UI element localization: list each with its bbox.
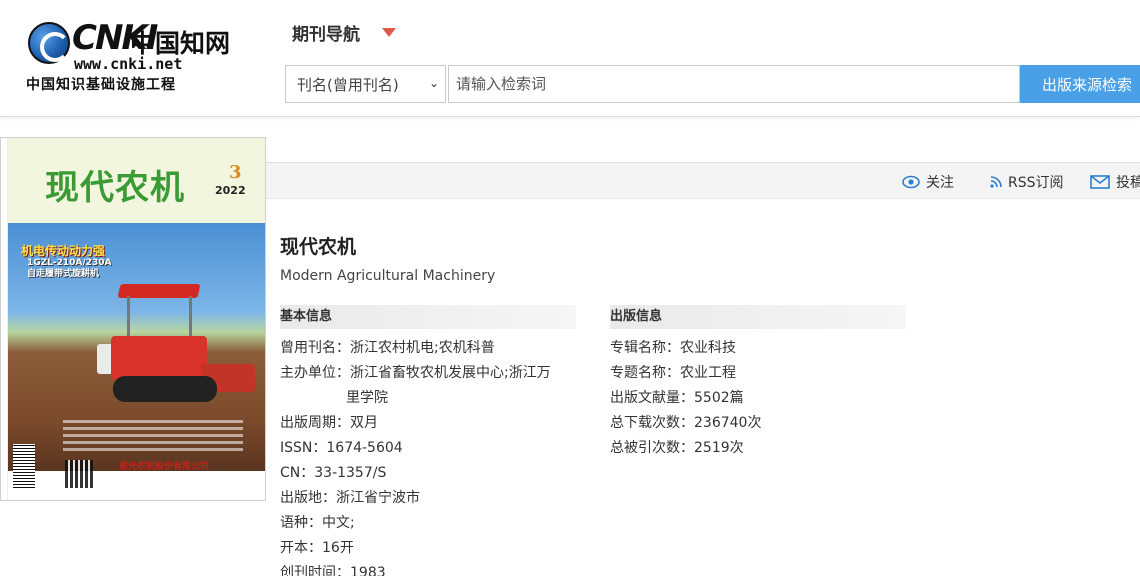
sponsor-row-cont: 里学院	[346, 389, 388, 407]
sponsor-row: 主办单位：浙江省畜牧农机发展中心;浙江万	[280, 364, 551, 382]
cover-model-desc: 自走履带式旋耕机	[27, 269, 100, 279]
format-label: 开本：	[280, 540, 322, 556]
submit-label: 投稿	[1116, 175, 1140, 191]
action-bar: 关注 RSS订阅 投稿	[264, 163, 1140, 199]
site-header: CNKI 中国知网 www.cnki.net 中国知识基础设施工程 期刊导航 刊…	[0, 0, 1140, 117]
sponsor-value-cont: 里学院	[346, 390, 388, 406]
cover-bottom-strip	[8, 471, 265, 500]
eye-icon	[902, 175, 920, 189]
cover-issue: 3	[229, 162, 242, 183]
cover-brand: 星光农机股份有限公司	[119, 462, 210, 472]
place-row: 出版地：浙江省宁波市	[280, 489, 420, 507]
cover-headline: 机电传动动力强	[21, 244, 106, 258]
cnki-logo[interactable]: CNKI 中国知网 www.cnki.net 中国知识基础设施工程	[26, 18, 230, 94]
cycle-label: 出版周期：	[280, 415, 350, 431]
rss-button[interactable]: RSS订阅	[990, 172, 1064, 192]
barcode	[13, 444, 35, 488]
follow-button[interactable]: 关注	[902, 172, 954, 192]
citations-row: 总被引次数：2519次	[610, 439, 744, 457]
downloads-label: 总下载次数：	[610, 415, 694, 431]
citations-value: 2519次	[694, 440, 744, 456]
issn-value: 1674-5604	[326, 440, 403, 456]
rss-label: RSS订阅	[1008, 175, 1064, 191]
place-value: 浙江省宁波市	[336, 490, 420, 506]
cover-model-number: 1GZL-210A/230A	[27, 258, 112, 268]
journal-cover: 现代农机 3 2022 机电传动动力强 1GZL-210A/230A 自走履带式…	[0, 137, 266, 501]
founded-value: 1983	[350, 565, 386, 576]
sponsor-value: 浙江省畜牧农机发展中心;浙江万	[350, 365, 551, 381]
cover-year: 2022	[215, 184, 246, 197]
tractor-body	[111, 336, 207, 380]
cycle-value: 双月	[350, 415, 378, 431]
rss-icon	[990, 176, 1002, 188]
basic-info-heading: 基本信息	[280, 305, 576, 329]
album-value: 农业科技	[680, 340, 736, 356]
former-name-row: 曾用刊名：浙江农村机电;农机科普	[280, 339, 495, 357]
cycle-row: 出版周期：双月	[280, 414, 378, 432]
downloads-value: 236740次	[694, 415, 762, 431]
cn-value: 33-1357/S	[314, 465, 387, 481]
globe-icon	[28, 22, 70, 64]
cover-model: 1GZL-210A/230A 自走履带式旋耕机	[27, 258, 111, 280]
language-value: 中文;	[322, 515, 355, 531]
cn-label: CN：	[280, 465, 315, 481]
former-name-label: 曾用刊名：	[280, 340, 350, 356]
journal-title: 现代农机	[280, 236, 357, 258]
album-row: 专辑名称：农业科技	[610, 339, 736, 357]
submit-button[interactable]: 投稿	[1090, 172, 1140, 192]
tractor-post	[127, 296, 130, 336]
language-label: 语种：	[280, 515, 322, 531]
logo-slogan: 中国知识基础设施工程	[26, 77, 176, 93]
issn-label: ISSN：	[280, 440, 327, 456]
search-field-value: 刊名(曾用刊名)	[297, 75, 399, 94]
mail-icon	[1090, 175, 1110, 189]
journal-nav-menu[interactable]: 期刊导航	[292, 20, 360, 45]
article-count-row: 出版文献量：5502篇	[610, 389, 744, 407]
founded-label: 创刊时间：	[280, 565, 350, 576]
search-field-select[interactable]: 刊名(曾用刊名) ⌄	[285, 65, 446, 103]
cover-spine	[1, 138, 8, 500]
topic-label: 专题名称：	[610, 365, 680, 381]
cn-row: CN：33-1357/S	[280, 464, 386, 482]
language-row: 语种：中文;	[280, 514, 355, 532]
sponsor-label: 主办单位：	[280, 365, 350, 381]
article-count-value: 5502篇	[694, 390, 744, 406]
citations-label: 总被引次数：	[610, 440, 694, 456]
format-value: 16开	[322, 540, 354, 556]
publish-info-heading: 出版信息	[610, 305, 906, 329]
qr-code	[65, 460, 93, 488]
downloads-row: 总下载次数：236740次	[610, 414, 761, 432]
chevron-down-icon: ⌄	[428, 76, 439, 90]
former-name-value: 浙江农村机电;农机科普	[350, 340, 495, 356]
tractor-track	[113, 376, 217, 402]
tractor-post	[189, 296, 192, 336]
album-label: 专辑名称：	[610, 340, 680, 356]
issn-row: ISSN：1674-5604	[280, 439, 403, 457]
source-search-button[interactable]: 出版来源检索	[1020, 65, 1140, 103]
journal-en-title: Modern Agricultural Machinery	[280, 268, 496, 284]
place-label: 出版地：	[280, 490, 336, 506]
logo-url: www.cnki.net	[74, 55, 183, 73]
topic-value: 农业工程	[680, 365, 736, 381]
article-count-label: 出版文献量：	[610, 390, 694, 406]
cover-title: 现代农机	[45, 168, 185, 208]
dropdown-arrow-icon[interactable]	[382, 28, 396, 37]
follow-label: 关注	[926, 175, 954, 191]
search-input[interactable]	[448, 65, 1020, 103]
format-row: 开本：16开	[280, 539, 354, 557]
topic-row: 专题名称：农业工程	[610, 364, 736, 382]
founded-row: 创刊时间：1983	[280, 564, 386, 576]
